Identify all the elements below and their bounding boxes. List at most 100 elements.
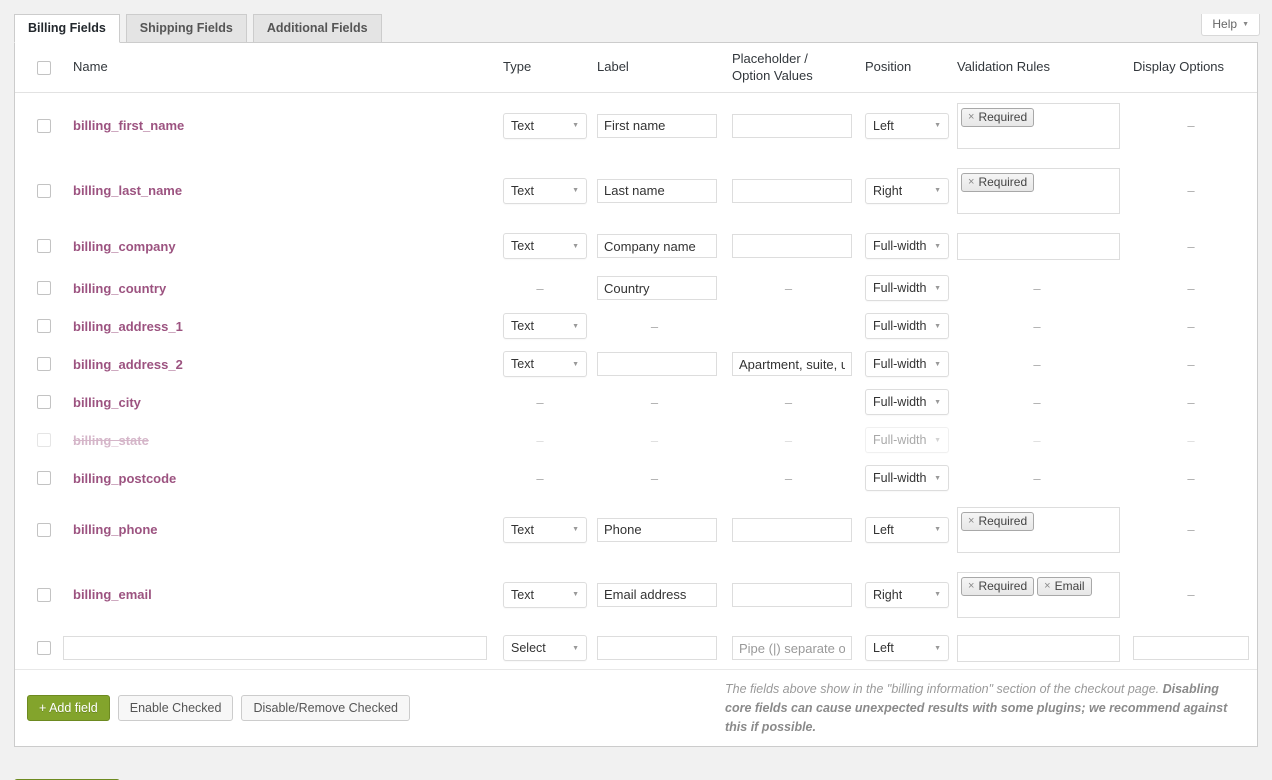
label-input[interactable] bbox=[597, 583, 717, 607]
footer-note: The fields above show in the "billing in… bbox=[725, 680, 1245, 736]
field-name-link[interactable]: billing_state bbox=[73, 433, 149, 448]
cell-validation: – bbox=[949, 269, 1125, 307]
type-select[interactable]: Text▼ bbox=[503, 113, 587, 139]
field-name-link[interactable]: billing_address_1 bbox=[73, 319, 183, 334]
label-input[interactable] bbox=[597, 636, 717, 660]
placeholder-input[interactable] bbox=[732, 179, 852, 203]
cell-validation bbox=[949, 223, 1125, 269]
new-field-name-input[interactable] bbox=[63, 636, 487, 660]
enable-checked-button[interactable]: Enable Checked bbox=[118, 695, 234, 721]
tab-shipping-fields[interactable]: Shipping Fields bbox=[126, 14, 247, 43]
field-name-link[interactable]: billing_city bbox=[73, 395, 141, 410]
row-checkbox[interactable] bbox=[37, 184, 51, 198]
position-select[interactable]: Right▼ bbox=[865, 582, 949, 608]
validation-rules-box[interactable] bbox=[957, 233, 1120, 260]
validation-rules-box[interactable]: ×Required×Email bbox=[957, 572, 1120, 618]
tab-billing-fields[interactable]: Billing Fields bbox=[14, 14, 120, 43]
position-select[interactable]: Full-width▼ bbox=[865, 275, 949, 301]
dash: – bbox=[651, 433, 658, 448]
row-checkbox[interactable] bbox=[37, 119, 51, 133]
validation-rules-box[interactable]: ×Required bbox=[957, 168, 1120, 214]
row-checkbox[interactable] bbox=[37, 395, 51, 409]
position-select[interactable]: Full-width▼ bbox=[865, 351, 949, 377]
remove-icon[interactable]: × bbox=[968, 176, 974, 188]
validation-rules-box[interactable]: × Required bbox=[957, 507, 1120, 553]
validation-rules-box[interactable]: ×Required bbox=[957, 103, 1120, 149]
field-name-link[interactable]: billing_last_name bbox=[73, 183, 182, 198]
row-checkbox[interactable] bbox=[37, 319, 51, 333]
remove-icon[interactable]: × bbox=[968, 580, 974, 592]
field-name-link[interactable]: billing_address_2 bbox=[73, 357, 183, 372]
row-checkbox[interactable] bbox=[37, 357, 51, 371]
validation-rules-box[interactable] bbox=[957, 635, 1120, 662]
type-select[interactable]: Text▼ bbox=[503, 233, 587, 259]
label-input[interactable] bbox=[597, 179, 717, 203]
dash: – bbox=[785, 395, 792, 410]
placeholder-input[interactable] bbox=[732, 234, 852, 258]
type-select[interactable]: Text▼ bbox=[503, 178, 587, 204]
cell-placeholder bbox=[722, 307, 855, 345]
type-select[interactable]: Text▼ bbox=[503, 517, 587, 543]
chevron-down-icon: ▼ bbox=[934, 122, 941, 129]
select-value: Right bbox=[873, 184, 902, 198]
position-select[interactable]: Left▼ bbox=[865, 635, 949, 661]
remove-icon[interactable]: × bbox=[1044, 580, 1050, 592]
row-checkbox[interactable] bbox=[37, 641, 51, 655]
label-input[interactable] bbox=[597, 234, 717, 258]
type-select[interactable]: Text▼ bbox=[503, 351, 587, 377]
cell-validation: – bbox=[949, 383, 1125, 421]
position-select[interactable]: Right▼ bbox=[865, 178, 949, 204]
remove-icon[interactable]: × bbox=[968, 515, 974, 527]
placeholder-input[interactable] bbox=[732, 583, 852, 607]
type-select[interactable]: Text▼ bbox=[503, 313, 587, 339]
label-input[interactable] bbox=[597, 352, 717, 376]
col-header-type: Type bbox=[493, 43, 587, 92]
position-select[interactable]: Left▼ bbox=[865, 517, 949, 543]
chip-label: Required bbox=[978, 514, 1027, 528]
tab-additional-fields[interactable]: Additional Fields bbox=[253, 14, 382, 43]
table-row-billing_postcode: billing_postcode–––Full-width▼–– bbox=[15, 459, 1257, 497]
field-name-link[interactable]: billing_first_name bbox=[73, 118, 184, 133]
field-name-link[interactable]: billing_country bbox=[73, 281, 166, 296]
remove-icon[interactable]: × bbox=[968, 111, 974, 123]
placeholder-input[interactable] bbox=[732, 636, 852, 660]
row-checkbox[interactable] bbox=[37, 281, 51, 295]
field-name-link[interactable]: billing_postcode bbox=[73, 471, 176, 486]
position-select[interactable]: Full-width▼ bbox=[865, 389, 949, 415]
dash: – bbox=[1033, 395, 1040, 410]
row-checkbox[interactable] bbox=[37, 588, 51, 602]
table-row-new-field: Select▼ Left▼ bbox=[15, 627, 1257, 669]
label-input[interactable] bbox=[597, 114, 717, 138]
disable-remove-checked-button[interactable]: Disable/Remove Checked bbox=[241, 695, 410, 721]
select-all-checkbox[interactable] bbox=[37, 61, 51, 75]
cell-position: Full-width▼ bbox=[855, 307, 949, 345]
field-name-link[interactable]: billing_phone bbox=[73, 522, 158, 537]
label-input[interactable] bbox=[597, 276, 717, 300]
row-checkbox[interactable] bbox=[37, 239, 51, 253]
row-checkbox[interactable] bbox=[37, 471, 51, 485]
type-select[interactable]: Select▼ bbox=[503, 635, 587, 661]
cell-display-options: – bbox=[1125, 497, 1257, 562]
display-options-input[interactable] bbox=[1133, 636, 1249, 660]
row-checkbox[interactable] bbox=[37, 433, 51, 447]
cell-placeholder: – bbox=[722, 459, 855, 497]
cell-checkbox bbox=[23, 307, 59, 345]
type-select[interactable]: Text▼ bbox=[503, 582, 587, 608]
label-input[interactable] bbox=[597, 518, 717, 542]
field-name-link[interactable]: billing_company bbox=[73, 239, 176, 254]
field-name-link[interactable]: billing_email bbox=[73, 587, 152, 602]
table-body: billing_first_name Text▼ Left▼ × Required – bi… bbox=[15, 93, 1257, 669]
row-checkbox[interactable] bbox=[37, 523, 51, 537]
add-field-button[interactable]: + Add field bbox=[27, 695, 110, 721]
cell-label: – bbox=[587, 383, 722, 421]
placeholder-input[interactable] bbox=[732, 352, 852, 376]
position-select[interactable]: Left▼ bbox=[865, 113, 949, 139]
cell-checkbox bbox=[23, 497, 59, 562]
cell-checkbox bbox=[23, 627, 59, 669]
placeholder-input[interactable] bbox=[732, 518, 852, 542]
position-select[interactable]: Full-width▼ bbox=[865, 233, 949, 259]
position-select[interactable]: Full-width▼ bbox=[865, 465, 949, 491]
position-select[interactable]: Full-width▼ bbox=[865, 313, 949, 339]
placeholder-input[interactable] bbox=[732, 114, 852, 138]
position-select[interactable]: Full-width▼ bbox=[865, 427, 949, 453]
